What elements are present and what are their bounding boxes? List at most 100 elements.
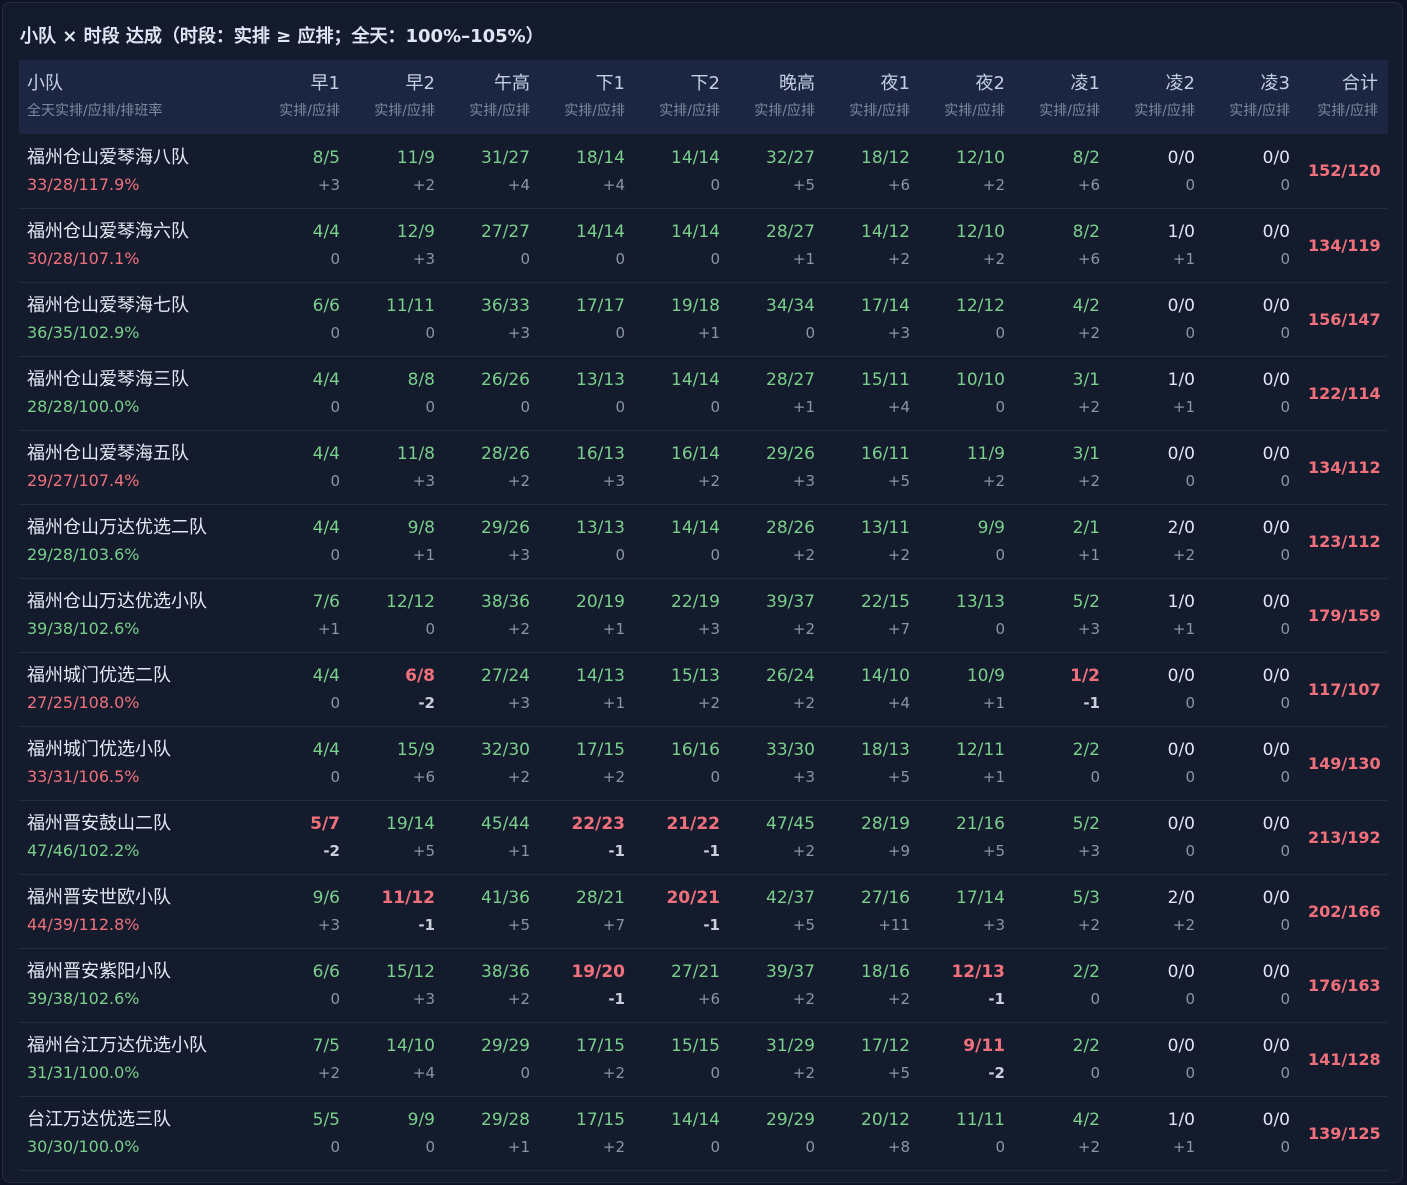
- slot-cell[interactable]: 0/0 0: [1205, 578, 1300, 652]
- slot-cell[interactable]: 0/0 0: [1110, 134, 1205, 208]
- slot-cell[interactable]: 2/1 +1: [1015, 504, 1110, 578]
- slot-cell[interactable]: 6/8 -2: [350, 652, 445, 726]
- slot-cell[interactable]: 12/10 +2: [920, 208, 1015, 282]
- slot-cell[interactable]: 21/16 +5: [920, 800, 1015, 874]
- slot-cell[interactable]: 1/0 +1: [1110, 578, 1205, 652]
- slot-cell[interactable]: 14/14 0: [635, 208, 730, 282]
- slot-cell[interactable]: 11/11 0: [350, 282, 445, 356]
- slot-cell[interactable]: 28/26 +2: [730, 504, 825, 578]
- slot-cell[interactable]: 38/36 +2: [445, 948, 540, 1022]
- slot-cell[interactable]: 1/0 +1: [1110, 356, 1205, 430]
- slot-cell[interactable]: 15/13 +2: [635, 652, 730, 726]
- slot-cell[interactable]: 12/10 +2: [920, 134, 1015, 208]
- slot-cell[interactable]: 1/0 +1: [1110, 208, 1205, 282]
- slot-cell[interactable]: 19/18 +1: [635, 282, 730, 356]
- slot-cell[interactable]: 10/9 +1: [920, 652, 1015, 726]
- slot-cell[interactable]: 0/0 0: [1110, 1022, 1205, 1096]
- slot-cell[interactable]: 28/26 +2: [445, 430, 540, 504]
- slot-cell[interactable]: 0/0 0: [1205, 726, 1300, 800]
- slot-cell[interactable]: 5/2 +3: [1015, 578, 1110, 652]
- slot-cell[interactable]: 20/21 -1: [635, 874, 730, 948]
- slot-cell[interactable]: 5/3 +2: [1015, 874, 1110, 948]
- slot-cell[interactable]: 13/13 0: [920, 578, 1015, 652]
- header-slot[interactable]: 午高 实排/应排: [445, 60, 540, 134]
- slot-cell[interactable]: 28/19 +9: [825, 800, 920, 874]
- table-row[interactable]: 福州仓山爱琴海七队 36/35/102.9% 6/6 0 11/11 0 36/33 +3 17…: [19, 282, 1388, 356]
- slot-cell[interactable]: 17/15 +2: [540, 726, 635, 800]
- header-slot[interactable]: 晚高 实排/应排: [730, 60, 825, 134]
- slot-cell[interactable]: 0/0 0: [1110, 430, 1205, 504]
- table-row[interactable]: 福州城门优选二队 27/25/108.0% 4/4 0 6/8 -2 27/24 +3 14/1…: [19, 652, 1388, 726]
- slot-cell[interactable]: 22/23 -1: [540, 800, 635, 874]
- table-row[interactable]: 福州晋安紫阳小队 39/38/102.6% 6/6 0 15/12 +3 38/36 +2 19…: [19, 948, 1388, 1022]
- slot-cell[interactable]: 14/14 0: [635, 504, 730, 578]
- slot-cell[interactable]: 29/28 +1: [445, 1096, 540, 1170]
- slot-cell[interactable]: 12/9 +3: [350, 208, 445, 282]
- slot-cell[interactable]: 0/0 0: [1205, 652, 1300, 726]
- slot-cell[interactable]: 9/8 +1: [350, 504, 445, 578]
- slot-cell[interactable]: 14/12 +2: [825, 208, 920, 282]
- table-row[interactable]: 福州仓山万达优选二队 29/28/103.6% 4/4 0 9/8 +1 29/26 +3 13…: [19, 504, 1388, 578]
- slot-cell[interactable]: 11/11 0: [920, 1096, 1015, 1170]
- table-row[interactable]: 福州仓山万达优选小队 39/38/102.6% 7/6 +1 12/12 0 38/36 +2…: [19, 578, 1388, 652]
- table-row[interactable]: 福州城门优选小队 33/31/106.5% 4/4 0 15/9 +6 32/30 +2 17/…: [19, 726, 1388, 800]
- slot-cell[interactable]: 41/36 +5: [445, 874, 540, 948]
- table-row[interactable]: 福州仓山爱琴海六队 30/28/107.1% 4/4 0 12/9 +3 27/27 0 14/…: [19, 208, 1388, 282]
- slot-cell[interactable]: 12/13 -1: [920, 948, 1015, 1022]
- slot-cell[interactable]: 20/12 +8: [825, 1096, 920, 1170]
- slot-cell[interactable]: 2/2 0: [1015, 726, 1110, 800]
- header-slot[interactable]: 下1 实排/应排: [540, 60, 635, 134]
- slot-cell[interactable]: 14/14 0: [635, 1096, 730, 1170]
- slot-cell[interactable]: 9/9 0: [350, 1096, 445, 1170]
- slot-cell[interactable]: 8/5 +3: [255, 134, 350, 208]
- slot-cell[interactable]: 15/15 0: [635, 1022, 730, 1096]
- slot-cell[interactable]: 34/34 0: [730, 282, 825, 356]
- slot-cell[interactable]: 0/0 0: [1110, 948, 1205, 1022]
- slot-cell[interactable]: 32/27 +5: [730, 134, 825, 208]
- slot-cell[interactable]: 16/13 +3: [540, 430, 635, 504]
- slot-cell[interactable]: 21/22 -1: [635, 800, 730, 874]
- slot-cell[interactable]: 17/14 +3: [825, 282, 920, 356]
- slot-cell[interactable]: 29/26 +3: [445, 504, 540, 578]
- slot-cell[interactable]: 15/12 +3: [350, 948, 445, 1022]
- slot-cell[interactable]: 8/8 0: [350, 356, 445, 430]
- slot-cell[interactable]: 0/0 0: [1205, 504, 1300, 578]
- header-team[interactable]: 小队 全天实排/应排/排班率: [19, 60, 255, 134]
- slot-cell[interactable]: 18/12 +6: [825, 134, 920, 208]
- slot-cell[interactable]: 0/0 0: [1110, 652, 1205, 726]
- slot-cell[interactable]: 19/14 +5: [350, 800, 445, 874]
- slot-cell[interactable]: 7/5 +2: [255, 1022, 350, 1096]
- slot-cell[interactable]: 19/20 -1: [540, 948, 635, 1022]
- header-slot[interactable]: 早2 实排/应排: [350, 60, 445, 134]
- slot-cell[interactable]: 17/12 +5: [825, 1022, 920, 1096]
- slot-cell[interactable]: 5/2 +3: [1015, 800, 1110, 874]
- slot-cell[interactable]: 0/0 0: [1205, 430, 1300, 504]
- slot-cell[interactable]: 28/27 +1: [730, 208, 825, 282]
- table-row[interactable]: 福州仓山爱琴海八队 33/28/117.9% 8/5 +3 11/9 +2 31/27 +4 1…: [19, 134, 1388, 208]
- slot-cell[interactable]: 4/2 +2: [1015, 282, 1110, 356]
- header-slot[interactable]: 凌3 实排/应排: [1205, 60, 1300, 134]
- slot-cell[interactable]: 0/0 0: [1110, 726, 1205, 800]
- slot-cell[interactable]: 1/0 +1: [1110, 1096, 1205, 1170]
- slot-cell[interactable]: 0/0 0: [1205, 800, 1300, 874]
- slot-cell[interactable]: 6/6 0: [255, 282, 350, 356]
- slot-cell[interactable]: 32/30 +2: [445, 726, 540, 800]
- slot-cell[interactable]: 7/6 +1: [255, 578, 350, 652]
- slot-cell[interactable]: 28/21 +7: [540, 874, 635, 948]
- slot-cell[interactable]: 16/16 0: [635, 726, 730, 800]
- slot-cell[interactable]: 14/14 0: [540, 208, 635, 282]
- slot-cell[interactable]: 17/17 0: [540, 282, 635, 356]
- slot-cell[interactable]: 0/0 0: [1205, 282, 1300, 356]
- slot-cell[interactable]: 18/14 +4: [540, 134, 635, 208]
- slot-cell[interactable]: 28/27 +1: [730, 356, 825, 430]
- slot-cell[interactable]: 2/0 +2: [1110, 504, 1205, 578]
- header-slot[interactable]: 夜1 实排/应排: [825, 60, 920, 134]
- slot-cell[interactable]: 14/13 +1: [540, 652, 635, 726]
- slot-cell[interactable]: 29/29 0: [445, 1022, 540, 1096]
- slot-cell[interactable]: 12/12 0: [350, 578, 445, 652]
- slot-cell[interactable]: 4/4 0: [255, 208, 350, 282]
- table-row[interactable]: 福州晋安世欧小队 44/39/112.8% 9/6 +3 11/12 -1 41/36 +5 2…: [19, 874, 1388, 948]
- slot-cell[interactable]: 17/15 +2: [540, 1022, 635, 1096]
- slot-cell[interactable]: 13/11 +2: [825, 504, 920, 578]
- slot-cell[interactable]: 0/0 0: [1205, 134, 1300, 208]
